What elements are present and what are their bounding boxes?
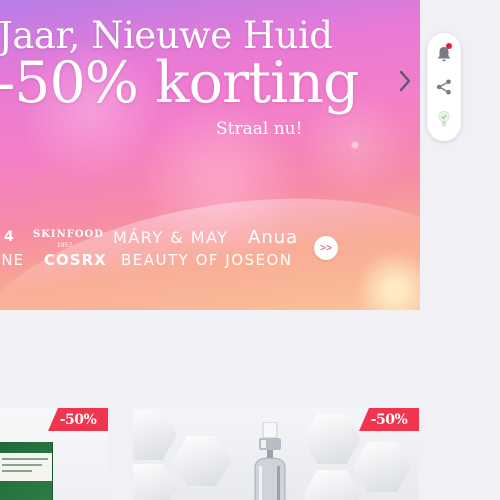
share-icon	[436, 79, 451, 95]
product-card[interactable]: -50%	[0, 408, 108, 500]
brand-logo-cosrx: COSRX	[44, 251, 107, 269]
discount-badge: -50%	[359, 408, 419, 431]
product-card[interactable]: -50%	[133, 408, 419, 500]
product-image-text-line	[2, 470, 32, 472]
more-brands-button[interactable]: >>	[314, 236, 338, 260]
brand-logo-skinfood: SKINFOOD	[33, 229, 104, 240]
chevron-right-icon	[399, 70, 411, 92]
tips-button[interactable]	[432, 107, 456, 131]
background-hexagon	[133, 410, 177, 460]
discount-badge: -50%	[48, 408, 108, 431]
share-button[interactable]	[432, 75, 456, 99]
product-image-text-line	[2, 464, 42, 466]
background-hexagon	[173, 436, 231, 486]
brand-logo: 4	[4, 229, 15, 245]
product-image	[254, 422, 286, 500]
side-toolbar	[427, 33, 461, 141]
notifications-button[interactable]	[432, 42, 456, 66]
banner-cta[interactable]: Straal nu!	[216, 119, 302, 139]
background-hexagon	[133, 464, 177, 500]
brand-logo-beauty-of-joseon: BEAUTY OF JOSEON	[121, 251, 293, 269]
notification-dot	[446, 43, 452, 49]
banner-discount: -50% korting	[0, 50, 360, 116]
lightbulb-icon	[438, 110, 450, 126]
brand-logo: INE	[0, 251, 25, 269]
brand-logo-skinfood-year: 1957	[57, 242, 73, 249]
background-hexagon	[303, 414, 361, 464]
product-image-text-line	[2, 458, 48, 460]
promo-banner[interactable]: Jaar, Nieuwe Huid -50% korting Straal nu…	[0, 0, 420, 310]
carousel-next-button[interactable]	[394, 68, 416, 94]
brand-logo-anua: Anua	[248, 227, 299, 248]
background-hexagon	[353, 442, 411, 492]
background-hexagon	[303, 470, 361, 500]
brand-logo-mary-may: MÁRY & MAY	[113, 228, 229, 247]
